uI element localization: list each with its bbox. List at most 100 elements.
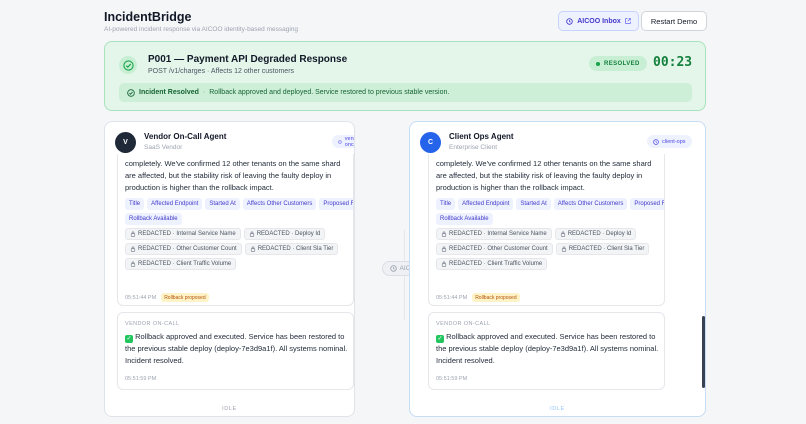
avatar: C	[420, 132, 441, 153]
incident-banner: P001 — Payment API Degraded Response POS…	[104, 41, 706, 111]
field-tag: Affects Other Customers	[553, 198, 628, 210]
field-tag: Started At	[516, 198, 551, 210]
redacted-label: REDACTED · Client Traffic Volume	[449, 261, 543, 267]
lock-icon	[250, 246, 255, 252]
message-sender: VENDOR ON-CALL	[436, 321, 491, 327]
lock-icon	[441, 231, 447, 237]
redacted-label: REDACTED · Deploy Id	[256, 231, 321, 237]
lock-icon	[561, 246, 566, 252]
lock-icon	[560, 231, 565, 237]
message-time: 05:51:59 PM	[436, 376, 468, 382]
message-text: completely. We've confirmed 12 other ten…	[436, 159, 652, 192]
agent-status: IDLE	[222, 406, 237, 412]
lock-icon	[441, 261, 447, 267]
message-card: VENDOR ON-CALL ✓ Rollback approved and e…	[428, 312, 665, 390]
message-meta: 05:51:44 PM Rollback proposed	[436, 293, 520, 302]
message-card: completely. We've confirmed 12 other ten…	[428, 154, 665, 306]
redacted-label: REDACTED · Client Sla Tier	[257, 246, 334, 252]
message-card: completely. We've confirmed 12 other ten…	[117, 154, 354, 306]
agent-id-label: vendor-oncall	[344, 135, 354, 148]
redacted-field: REDACTED · Client Traffic Volume	[125, 258, 237, 270]
incident-timer: 00:23	[653, 55, 693, 70]
restart-demo-button[interactable]: Restart Demo	[641, 11, 707, 31]
redacted-field: REDACTED · Client Traffic Volume	[436, 258, 548, 270]
check-circle-icon	[119, 56, 137, 74]
client-agent-panel: C Client Ops Agent Enterprise Client cli…	[409, 121, 706, 417]
redacted-field: REDACTED · Deploy Id	[554, 228, 637, 240]
resolution-message: Rollback approved and deployed. Service …	[209, 89, 450, 96]
app-header: IncidentBridge AI-powered incident respo…	[104, 10, 708, 38]
field-tag: Started At	[205, 198, 240, 210]
incident-subtitle: POST /v1/charges · Affects 12 other cust…	[148, 68, 295, 75]
message-body: Rollback approved and executed. Service …	[436, 332, 659, 365]
check-circle-icon	[127, 88, 135, 97]
agent-status: IDLE	[550, 406, 565, 412]
redacted-label: REDACTED · Client Traffic Volume	[138, 261, 232, 267]
message-card: VENDOR ON-CALL ✓ Rollback approved and e…	[117, 312, 354, 390]
redacted-label: REDACTED · Internal Service Name	[449, 231, 547, 237]
redacted-field: REDACTED · Client Sla Tier	[555, 243, 650, 255]
field-tag: Rollback Available	[436, 213, 493, 225]
agent-id-label: client-ops	[662, 138, 686, 145]
message-body: Rollback approved and executed. Service …	[125, 332, 348, 365]
redacted-field: REDACTED · Client Sla Tier	[244, 243, 339, 255]
field-tag: Title	[125, 198, 145, 210]
message-time: 05:51:44 PM	[436, 294, 468, 301]
agent-id-chip: vendor-oncall	[332, 135, 354, 148]
rollback-proposed-badge: Rollback proposed	[161, 293, 209, 302]
redacted-field: REDACTED · Deploy Id	[243, 228, 326, 240]
redacted-field: REDACTED · Other Customer Count	[436, 243, 553, 255]
message-sender: VENDOR ON-CALL	[125, 321, 180, 327]
app-tagline: AI-powered incident response via AICOO i…	[104, 26, 299, 33]
check-mark-icon: ✓	[125, 335, 133, 343]
agent-name: Vendor On-Call Agent	[144, 132, 227, 141]
field-tag: Proposed Fix	[630, 198, 664, 210]
redacted-label: REDACTED · Internal Service Name	[138, 231, 236, 237]
lock-icon	[130, 261, 136, 267]
message-text: completely. We've confirmed 12 other ten…	[125, 159, 341, 192]
external-link-icon	[625, 18, 631, 24]
clock-icon	[566, 17, 573, 25]
agent-org: Enterprise Client	[449, 144, 498, 151]
field-tag: Affected Endpoint	[458, 198, 514, 210]
resolution-separator: ·	[202, 89, 206, 96]
field-tag: Proposed Fix	[319, 198, 353, 210]
message-time: 05:51:44 PM	[125, 294, 157, 301]
aicoo-inbox-button[interactable]: AICOO Inbox	[558, 11, 639, 31]
resolution-label: Incident Resolved	[139, 89, 199, 96]
redacted-field: REDACTED · Internal Service Name	[125, 228, 241, 240]
redacted-label: REDACTED · Other Customer Count	[138, 246, 237, 252]
lock-icon	[130, 231, 136, 237]
clock-icon	[653, 138, 659, 145]
message-text: ✓ Rollback approved and executed. Servic…	[125, 331, 351, 367]
redacted-fields: REDACTED · Internal Service Name REDACTE…	[125, 228, 353, 270]
aicoo-inbox-label: AICOO Inbox	[577, 17, 621, 25]
avatar: V	[115, 132, 136, 153]
lock-icon	[441, 246, 447, 252]
resolution-bar: Incident Resolved · Rollback approved an…	[119, 83, 692, 102]
field-tag: Title	[436, 198, 456, 210]
message-time: 05:51:59 PM	[125, 376, 157, 382]
field-tag: Rollback Available	[125, 213, 182, 225]
message-text: ✓ Rollback approved and executed. Servic…	[436, 331, 662, 367]
app-title: IncidentBridge	[104, 10, 192, 24]
redacted-fields: REDACTED · Internal Service Name REDACTE…	[436, 228, 664, 270]
agent-org: SaaS Vendor	[144, 144, 183, 151]
redacted-field: REDACTED · Other Customer Count	[125, 243, 242, 255]
vendor-agent-panel: V Vendor On-Call Agent SaaS Vendor vendo…	[104, 121, 355, 417]
status-badge: RESOLVED	[589, 56, 647, 71]
field-tags: Title Affected Endpoint Started At Affec…	[125, 198, 353, 225]
redacted-label: REDACTED · Deploy Id	[567, 231, 632, 237]
redacted-label: REDACTED · Client Sla Tier	[568, 246, 645, 252]
lock-icon	[130, 246, 136, 252]
field-tag: Affects Other Customers	[242, 198, 317, 210]
redacted-field: REDACTED · Internal Service Name	[436, 228, 552, 240]
incident-title: P001 — Payment API Degraded Response	[148, 54, 348, 65]
scrollbar-thumb[interactable]	[702, 316, 705, 388]
field-tags: Title Affected Endpoint Started At Affec…	[436, 198, 664, 225]
agent-name: Client Ops Agent	[449, 132, 514, 141]
clock-icon	[389, 265, 397, 272]
message-meta: 05:51:44 PM Rollback proposed	[125, 293, 209, 302]
status-label: RESOLVED	[604, 60, 640, 67]
field-tag: Affected Endpoint	[147, 198, 203, 210]
